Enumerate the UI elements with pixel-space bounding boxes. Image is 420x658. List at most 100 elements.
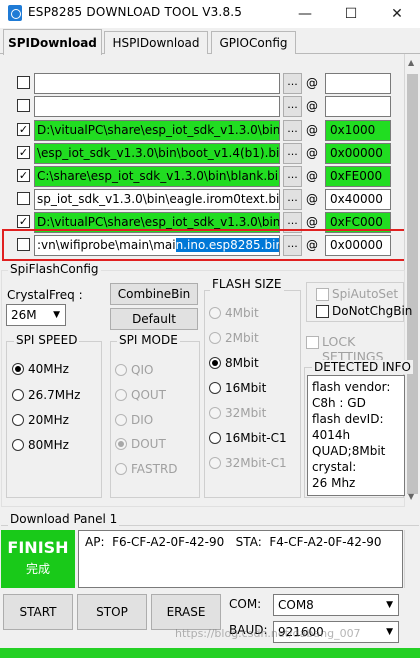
spi-speed-20mhz-radio[interactable]	[12, 414, 24, 426]
crystal-freq-value: 26M	[11, 308, 37, 322]
spi-speed-title: SPI SPEED	[14, 333, 80, 347]
address-input[interactable]: 0x00000	[325, 143, 391, 164]
title-bar: ESP8285 DOWNLOAD TOOL V3.8.5 — ☐ ✕	[0, 0, 420, 28]
detected-info-title: DETECTED INFO	[312, 360, 413, 374]
flash-size-16mbit-c1-label: 16Mbit-C1	[225, 431, 287, 445]
at-label: @	[306, 146, 318, 160]
red-annotation-box	[2, 229, 414, 261]
com-port-value: COM8	[278, 598, 314, 612]
info-line: C8h : GD	[312, 396, 366, 410]
status-indicator: FINISH 完成	[1, 530, 75, 588]
info-line: 26 Mhz	[312, 476, 356, 490]
file-row: sp_iot_sdk_v1.3.0\bin\eagle.irom0text.bi…	[1, 189, 405, 211]
file-enable-checkbox[interactable]	[17, 99, 30, 112]
file-enable-checkbox[interactable]: ✓	[17, 146, 30, 159]
spi-mode-title: SPI MODE	[117, 333, 180, 347]
spi-mode-qout-radio[interactable]	[115, 389, 127, 401]
browse-button[interactable]: ...	[283, 189, 302, 210]
file-enable-checkbox[interactable]	[17, 192, 30, 205]
flash-size-32mbit-c1-label: 32Mbit-C1	[225, 456, 287, 470]
flash-size-16mbit-c1-radio[interactable]	[209, 432, 221, 444]
spi-mode-dio-radio[interactable]	[115, 414, 127, 426]
start-button[interactable]: START	[3, 594, 73, 630]
spi-speed-80mhz-radio[interactable]	[12, 439, 24, 451]
browse-button[interactable]: ...	[283, 143, 302, 164]
file-path-input[interactable]: \esp_iot_sdk_v1.3.0\bin\boot_v1.4(b1).bi…	[34, 143, 280, 164]
spi-speed-40mhz-radio[interactable]	[12, 363, 24, 375]
scroll-up-icon[interactable]: ▲	[408, 58, 414, 67]
erase-button[interactable]: ERASE	[151, 594, 221, 630]
file-path-input[interactable]: C:\share\esp_iot_sdk_v1.3.0\bin\blank.bi…	[34, 166, 280, 187]
address-input[interactable]: 0xFE000	[325, 166, 391, 187]
tab-hspidownload[interactable]: HSPIDownload	[104, 31, 208, 54]
close-button[interactable]: ✕	[374, 0, 420, 28]
flash-size-32mbit-label: 32Mbit	[225, 406, 267, 420]
tab-spidownload[interactable]: SPIDownload	[3, 29, 102, 55]
flash-size-4mbit-radio[interactable]	[209, 307, 221, 319]
address-input[interactable]: 0x1000	[325, 120, 391, 141]
flash-size-32mbit-c1-radio[interactable]	[209, 457, 221, 469]
tab-gpioconfig[interactable]: GPIOConfig	[211, 31, 296, 54]
crystal-freq-label: CrystalFreq :	[7, 288, 83, 302]
do-not-chg-bin-label: DoNotChgBin	[332, 304, 413, 318]
spi-mode-fastrd-label: FASTRD	[131, 462, 178, 476]
com-port-select[interactable]: COM8 ▼	[273, 594, 399, 616]
spi-auto-set-label: SpiAutoSet	[332, 287, 399, 301]
crystal-freq-select[interactable]: 26M ▼	[6, 304, 66, 326]
at-label: @	[306, 215, 318, 229]
info-line: 4014h	[312, 428, 351, 442]
file-enable-checkbox[interactable]	[17, 76, 30, 89]
flash-size-2mbit-label: 2Mbit	[225, 331, 259, 345]
chevron-down-icon: ▼	[386, 627, 393, 637]
spi-speed-40mhz-label: 40MHz	[28, 362, 69, 376]
browse-button[interactable]: ...	[283, 96, 302, 117]
browse-button[interactable]: ...	[283, 120, 302, 141]
spi-mode-qio-radio[interactable]	[115, 364, 127, 376]
spi-mode-fastrd-radio[interactable]	[115, 463, 127, 475]
spi-mode-dout-label: DOUT	[131, 437, 166, 451]
file-path-input[interactable]: sp_iot_sdk_v1.3.0\bin\eagle.irom0text.bi…	[34, 189, 280, 210]
flash-size-32mbit-radio[interactable]	[209, 407, 221, 419]
file-path-input[interactable]	[34, 96, 280, 117]
flash-size-title: FLASH SIZE	[210, 277, 284, 291]
browse-button[interactable]: ...	[283, 166, 302, 187]
spi-mode-dout-radio[interactable]	[115, 438, 127, 450]
lock-settings-checkbox[interactable]	[306, 336, 319, 349]
file-path-input[interactable]: D:\vitualPC\share\esp_iot_sdk_v1.3.0\bin…	[34, 120, 280, 141]
file-enable-checkbox[interactable]: ✓	[17, 215, 30, 228]
file-enable-checkbox[interactable]: ✓	[17, 123, 30, 136]
minimize-button[interactable]: —	[282, 0, 328, 28]
flash-size-8mbit-radio[interactable]	[209, 357, 221, 369]
at-label: @	[306, 123, 318, 137]
spi-auto-set-checkbox[interactable]	[316, 288, 329, 301]
combine-bin-button[interactable]: CombineBin	[110, 283, 198, 305]
scroll-down-icon[interactable]: ▼	[408, 492, 414, 501]
address-input[interactable]	[325, 73, 391, 94]
flash-size-16mbit-radio[interactable]	[209, 382, 221, 394]
address-input[interactable]	[325, 96, 391, 117]
status-text-cn: 完成	[25, 562, 50, 576]
spi-speed-26mhz-radio[interactable]	[12, 389, 24, 401]
spi-mode-qio-label: QIO	[131, 363, 154, 377]
com-label: COM:	[229, 597, 262, 611]
stop-button[interactable]: STOP	[77, 594, 147, 630]
scrollbar-thumb[interactable]	[407, 74, 418, 494]
browse-button[interactable]: ...	[283, 73, 302, 94]
flash-size-2mbit-radio[interactable]	[209, 332, 221, 344]
at-label: @	[306, 192, 318, 206]
default-button[interactable]: Default	[110, 308, 198, 330]
file-enable-checkbox[interactable]: ✓	[17, 169, 30, 182]
file-list-scrollbar[interactable]: ▲ ▼	[404, 54, 420, 504]
address-input[interactable]: 0x40000	[325, 189, 391, 210]
download-panel-scrollbar[interactable]	[404, 530, 420, 588]
flash-size-16mbit-label: 16Mbit	[225, 381, 267, 395]
at-label: @	[306, 76, 318, 90]
maximize-button[interactable]: ☐	[328, 0, 374, 28]
info-line: flash vendor:	[312, 380, 391, 394]
info-line: QUAD;8Mbit	[312, 444, 386, 458]
file-row: ... @	[1, 73, 405, 95]
do-not-chg-bin-checkbox[interactable]	[316, 305, 329, 318]
file-path-input[interactable]	[34, 73, 280, 94]
file-row: ✓ C:\share\esp_iot_sdk_v1.3.0\bin\blank.…	[1, 166, 405, 188]
file-row: ... @	[1, 96, 405, 118]
